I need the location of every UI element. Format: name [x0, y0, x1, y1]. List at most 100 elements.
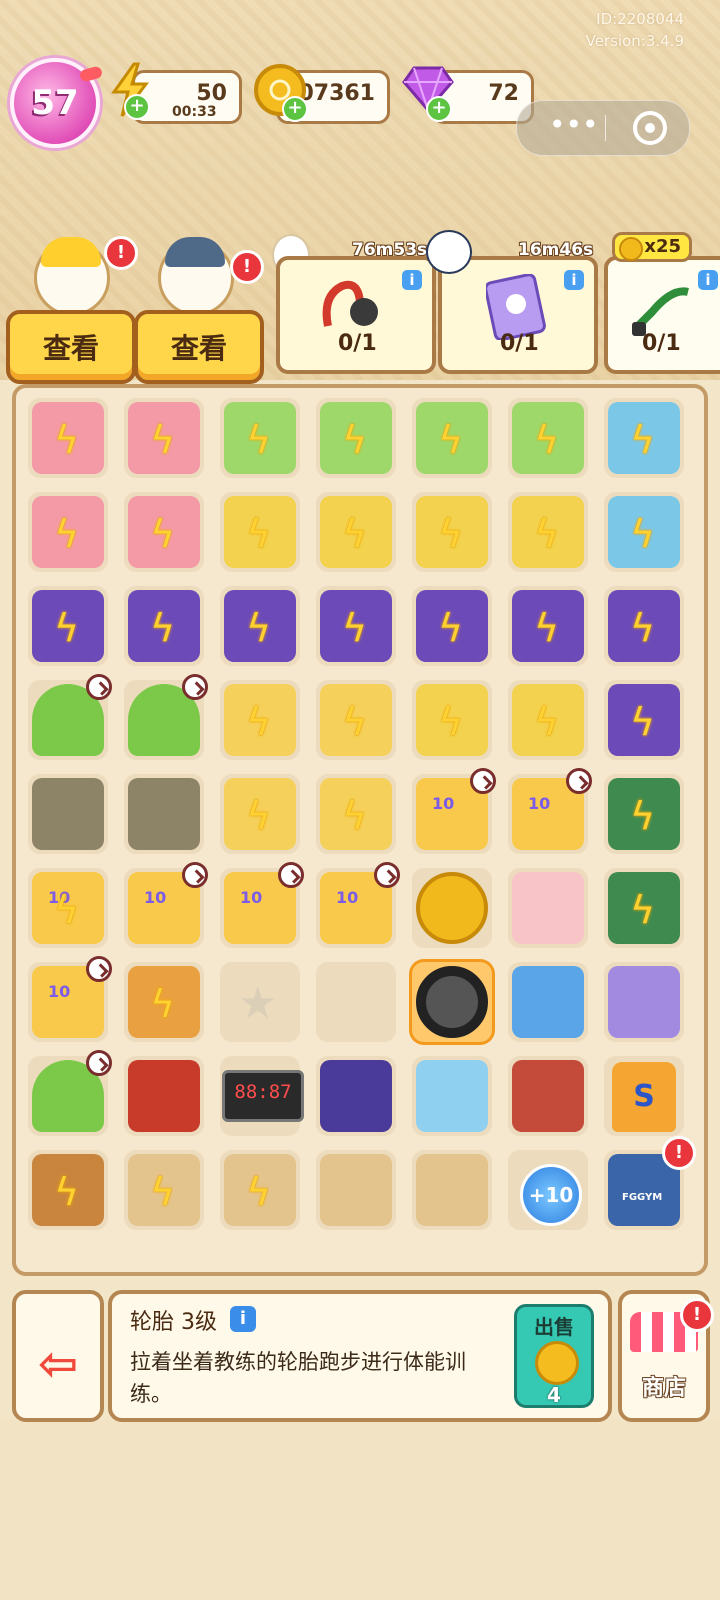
lightning-lock-icon: ϟ [54, 418, 80, 462]
board-item-green[interactable]: ϟ [310, 392, 402, 484]
board-item-pig[interactable] [502, 862, 594, 954]
board-item-crate[interactable]: ϟ [598, 862, 690, 954]
board-item-blue[interactable]: ϟ [598, 392, 690, 484]
board-item-tree[interactable] [22, 1050, 114, 1142]
board-item-green[interactable]: ϟ [502, 392, 594, 484]
board-item-shoe[interactable] [502, 956, 594, 1048]
order-reward: x25 [612, 232, 692, 262]
board-item-bonus[interactable]: +10 [502, 1144, 594, 1236]
board-item-cup[interactable]: ϟ [214, 768, 306, 860]
shop-alert-icon: ! [680, 1298, 714, 1332]
board-item-shirt[interactable]: 10 [214, 862, 306, 954]
board-item-shirt[interactable]: 10 ϟ [22, 862, 114, 954]
board-item-purple[interactable]: ϟ [22, 580, 114, 672]
board-item-purple[interactable]: ϟ [502, 580, 594, 672]
info-icon[interactable]: i [402, 270, 422, 290]
info-icon[interactable]: i [564, 270, 584, 290]
board-item-green[interactable]: ϟ [406, 392, 498, 484]
board-item-shirt[interactable]: 10 [502, 768, 594, 860]
lightning-lock-icon: ϟ [438, 512, 464, 556]
board-item-green[interactable]: ϟ [214, 392, 306, 484]
board-item-gym[interactable] [502, 1050, 594, 1142]
board-item-cup[interactable]: ϟ [310, 768, 402, 860]
cell-background [316, 962, 396, 1042]
board-item-purple[interactable]: ϟ [598, 674, 690, 766]
board-item-pink[interactable]: ϟ [118, 486, 210, 578]
board-item-purple[interactable]: ϟ [406, 580, 498, 672]
board-item-bag[interactable]: FGGYM! [598, 1136, 696, 1236]
timer-clock-icon [374, 862, 400, 888]
board-item-court[interactable] [118, 1050, 210, 1142]
board-item-board[interactable] [310, 1050, 402, 1142]
exit-button[interactable]: ⇦ [12, 1290, 104, 1422]
board-item-cart[interactable]: ϟ [406, 486, 498, 578]
board-item-cup[interactable]: ϟ [214, 674, 306, 766]
board-item-crate[interactable]: ϟ [598, 768, 690, 860]
board-item-purple[interactable]: ϟ [118, 580, 210, 672]
board-item-tv[interactable] [406, 1050, 498, 1142]
board-item-cart[interactable]: ϟ [502, 674, 594, 766]
add-energy-button[interactable]: + [124, 94, 150, 120]
board-item-mat[interactable]: ϟ [118, 956, 210, 1048]
board-item-coin[interactable] [406, 862, 498, 954]
board-item-scoreboard[interactable]: 88:87 [214, 1050, 306, 1142]
board-item-box[interactable] [310, 1144, 402, 1236]
order-card-1[interactable]: i 0/1 [276, 256, 436, 374]
board-item-pink[interactable]: ϟ [22, 486, 114, 578]
lightning-lock-icon: ϟ [54, 512, 80, 556]
board-item-locker[interactable] [118, 768, 210, 860]
board-item-box[interactable] [406, 1144, 498, 1236]
empty-cell[interactable] [310, 956, 402, 1048]
board-item-cart[interactable]: ϟ [214, 486, 306, 578]
board-item-locker[interactable] [22, 768, 114, 860]
character-avatar-worker[interactable] [34, 237, 110, 316]
board-item-purple[interactable]: ϟ [598, 580, 690, 672]
view-button-1[interactable]: 查看 [6, 310, 136, 384]
board-item-shirt[interactable]: 10 [310, 862, 402, 954]
board-item-tree[interactable] [118, 674, 210, 766]
character-avatar-hooded[interactable] [158, 237, 234, 316]
board-item-purple[interactable]: ϟ [214, 580, 306, 672]
lightning-lock-icon: ϟ [630, 418, 656, 462]
board-item-basket[interactable]: ϟ [22, 1144, 114, 1236]
board-item-jersey[interactable]: S [598, 1050, 690, 1142]
add-gems-button[interactable]: + [426, 96, 452, 122]
item-info-icon[interactable]: i [230, 1306, 256, 1332]
board-item-cart[interactable]: ϟ [310, 486, 402, 578]
board-item-purple[interactable]: ϟ [310, 580, 402, 672]
order-card-3[interactable]: i 0/1 [604, 256, 720, 374]
board-item-shirt[interactable]: 10 [406, 768, 498, 860]
board-item-tire[interactable] [406, 956, 498, 1048]
energy-bonus-bubble: +10 [520, 1164, 582, 1226]
order-timer: 76m53s [352, 240, 428, 260]
board-item-box[interactable]: ϟ [118, 1144, 210, 1236]
timer-clock-icon [86, 1050, 112, 1076]
board-item-cup[interactable]: ϟ [310, 674, 402, 766]
board-item-pink[interactable]: ϟ [118, 392, 210, 484]
lightning-lock-icon: ϟ [246, 700, 272, 744]
board-item-blue[interactable]: ϟ [598, 486, 690, 578]
view-button-2[interactable]: 查看 [134, 310, 264, 384]
timer-clock-icon [182, 674, 208, 700]
order-card-2[interactable]: i 0/1 [438, 256, 598, 374]
board-item-tree[interactable] [22, 674, 114, 766]
lightning-lock-icon: ϟ [630, 700, 656, 744]
board-item-cart[interactable]: ϟ [502, 486, 594, 578]
board-item-shirt[interactable]: 10 [118, 862, 210, 954]
add-coins-button[interactable]: + [282, 96, 308, 122]
board-item-cart[interactable]: ϟ [406, 674, 498, 766]
info-icon[interactable]: i [698, 270, 718, 290]
timer-clock-icon [470, 768, 496, 794]
sell-button[interactable]: 出售 4 [514, 1304, 594, 1408]
more-icon[interactable]: ••• [549, 111, 599, 139]
lightning-lock-icon: ϟ [534, 418, 560, 462]
board-icon [320, 1060, 392, 1132]
box-icon [320, 1154, 392, 1226]
board-item-shirt[interactable]: 10 [22, 956, 114, 1048]
board-item-pink[interactable]: ϟ [22, 392, 114, 484]
lightning-lock-icon: ϟ [342, 700, 368, 744]
board-item-box[interactable]: ϟ [214, 1144, 306, 1236]
board-item-machine[interactable] [598, 956, 690, 1048]
locked-star-cell[interactable]: ★ [214, 956, 306, 1048]
close-target-icon[interactable] [633, 111, 667, 145]
